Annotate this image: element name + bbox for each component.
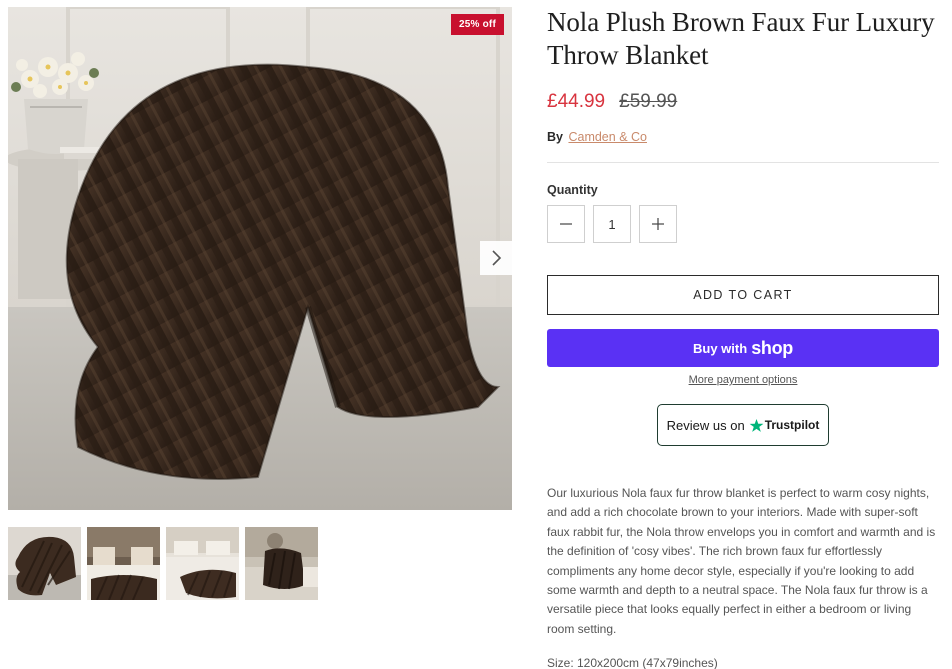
price-row: £44.99 £59.99 <box>547 91 939 113</box>
trustpilot-wrapper: Review us on Trustpilot <box>547 404 939 446</box>
thumbnail-3[interactable] <box>166 527 239 600</box>
thumb-bed-light <box>166 527 239 600</box>
decrease-quantity-button[interactable] <box>547 205 585 243</box>
thumbnail-1[interactable] <box>8 527 81 600</box>
sale-price: £44.99 <box>547 91 606 112</box>
minus-icon <box>560 223 572 225</box>
quantity-stepper: 1 <box>547 205 939 243</box>
divider <box>547 162 939 163</box>
product-main-image[interactable]: 25% off <box>8 7 512 510</box>
product-description: Our luxurious Nola faux fur throw blanke… <box>547 486 936 636</box>
thumbnail-strip <box>8 527 318 600</box>
add-to-cart-button[interactable]: ADD TO CART <box>547 275 939 315</box>
chevron-right-icon <box>492 250 502 266</box>
thumb-bedroom <box>87 527 160 600</box>
trustpilot-logo: Trustpilot <box>749 418 820 433</box>
plus-icon <box>652 218 664 230</box>
product-title: Nola Plush Brown Faux Fur Luxury Throw B… <box>547 7 935 70</box>
thumbnail-2[interactable] <box>87 527 160 600</box>
quantity-label: Quantity <box>547 183 598 197</box>
increase-quantity-button[interactable] <box>639 205 677 243</box>
product-info: Nola Plush Brown Faux Fur Luxury Throw B… <box>547 6 939 669</box>
vendor-prefix: By <box>547 130 563 144</box>
product-size: Size: 120x200cm (47x79inches) <box>547 656 718 669</box>
trustpilot-star-icon <box>749 418 764 432</box>
sale-badge: 25% off <box>451 14 504 35</box>
quantity-input[interactable]: 1 <box>593 205 631 243</box>
compare-price: £59.99 <box>619 91 678 112</box>
thumb-chair <box>8 527 81 600</box>
thumb-living-room <box>245 527 318 600</box>
vendor-line: By Camden & Co <box>547 130 939 144</box>
trustpilot-word: Trustpilot <box>764 418 820 432</box>
next-image-button[interactable] <box>480 241 512 275</box>
thumbnail-4[interactable] <box>245 527 318 600</box>
trustpilot-review-button[interactable]: Review us on Trustpilot <box>657 404 829 446</box>
blanket-photo <box>8 7 512 510</box>
review-prefix: Review us on <box>666 417 745 433</box>
buy-with-shop-button[interactable]: Buy with shop <box>547 329 939 367</box>
more-payment-options-link[interactable]: More payment options <box>547 374 939 386</box>
shop-logo: shop <box>751 337 793 358</box>
vendor-link[interactable]: Camden & Co <box>568 130 647 144</box>
buy-with-label: Buy with <box>693 340 748 356</box>
